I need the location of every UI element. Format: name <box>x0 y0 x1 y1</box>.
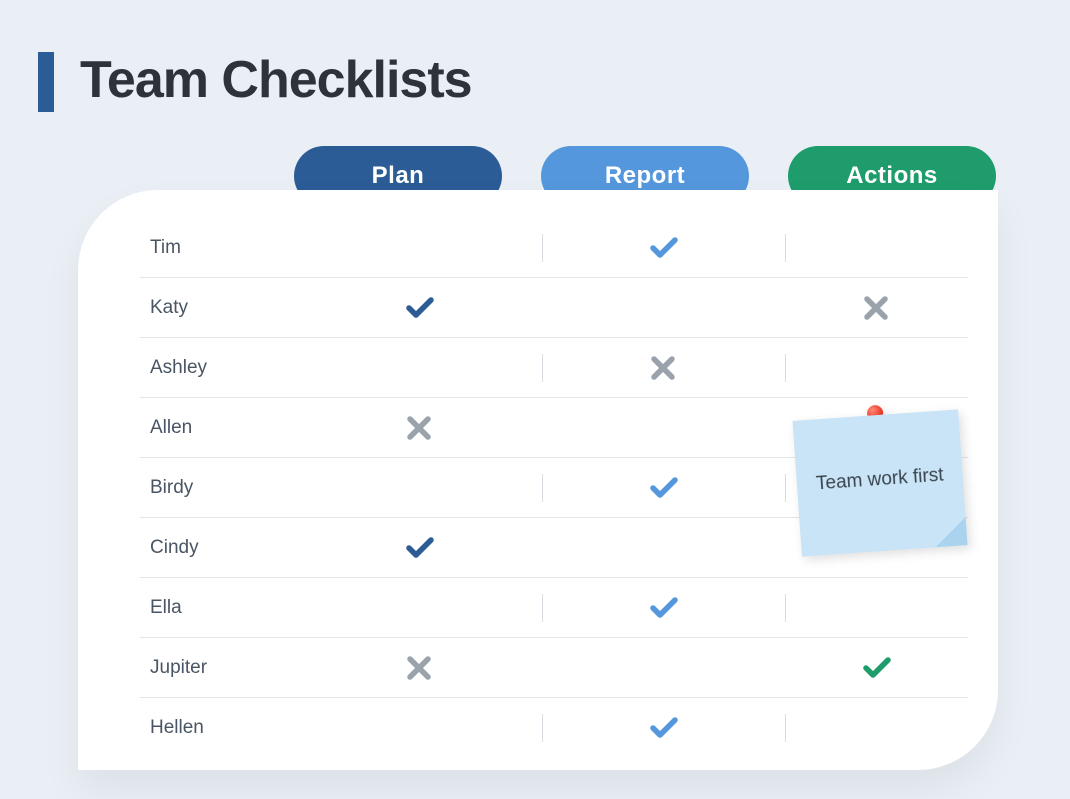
check-icon <box>403 294 437 322</box>
check-icon <box>647 234 681 262</box>
row-name: Tim <box>140 237 298 259</box>
table-row: Ella <box>140 578 968 638</box>
cell-report[interactable] <box>542 594 786 622</box>
note-fold-icon <box>934 517 968 547</box>
row-name: Katy <box>140 297 298 319</box>
cell-report[interactable] <box>542 714 786 742</box>
table-row: Ashley <box>140 338 968 398</box>
table-row: Jupiter <box>140 638 968 698</box>
check-icon <box>647 474 681 502</box>
cross-icon <box>647 354 681 382</box>
sticky-note[interactable]: Team work first <box>792 409 967 556</box>
row-name: Ashley <box>140 357 298 379</box>
row-name: Jupiter <box>140 657 298 679</box>
check-icon <box>860 654 894 682</box>
cell-plan[interactable] <box>298 294 542 322</box>
table-row: Tim <box>140 218 968 278</box>
check-icon <box>403 534 437 562</box>
cell-report[interactable] <box>542 234 786 262</box>
cell-plan[interactable] <box>298 654 542 682</box>
row-name: Birdy <box>140 477 298 499</box>
cross-icon <box>403 654 437 682</box>
cell-report[interactable] <box>542 354 786 382</box>
table-row: Hellen <box>140 698 968 758</box>
table-row: Katy <box>140 278 968 338</box>
row-name: Allen <box>140 417 298 439</box>
row-name: Hellen <box>140 717 298 739</box>
sticky-note-text: Team work first <box>815 463 944 497</box>
cross-icon <box>860 294 894 322</box>
page-title-block: Team Checklists <box>38 48 472 112</box>
cell-plan[interactable] <box>298 414 542 442</box>
title-accent-bar <box>38 52 54 112</box>
row-name: Cindy <box>140 537 298 559</box>
cell-report[interactable] <box>542 474 786 502</box>
cell-actions[interactable] <box>786 294 968 322</box>
cell-actions[interactable] <box>786 654 968 682</box>
row-name: Ella <box>140 597 298 619</box>
check-icon <box>647 594 681 622</box>
cross-icon <box>403 414 437 442</box>
cell-plan[interactable] <box>298 534 542 562</box>
page-title: Team Checklists <box>80 50 472 110</box>
check-icon <box>647 714 681 742</box>
